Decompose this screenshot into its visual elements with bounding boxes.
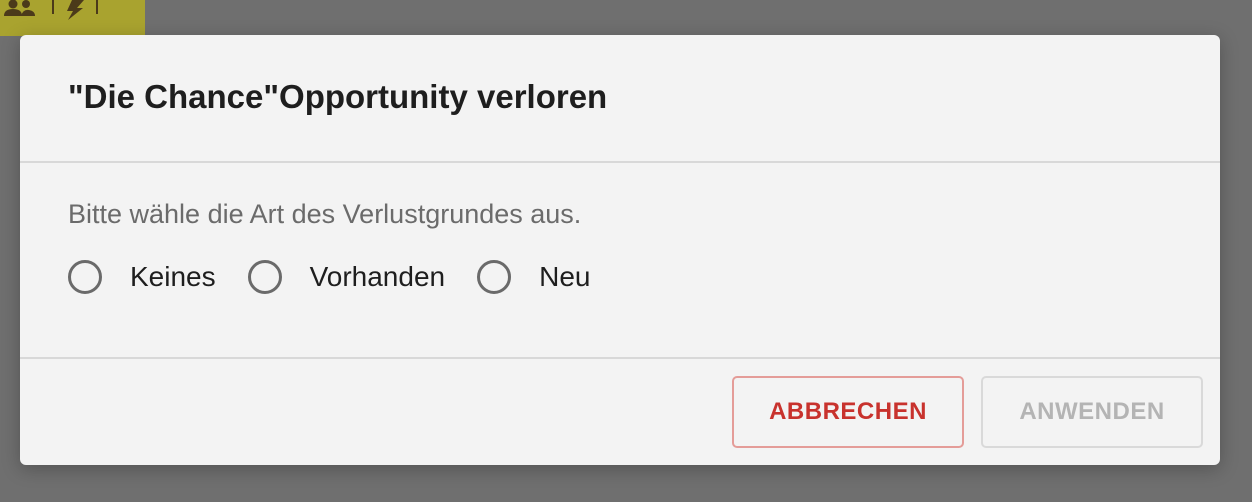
- radio-button[interactable]: [477, 260, 512, 294]
- dialog-footer: ABBRECHEN ANWENDEN: [20, 359, 1220, 465]
- radio-option-keines[interactable]: Keines: [68, 260, 216, 294]
- radio-label: Neu: [539, 261, 591, 292]
- dialog-title: "Die Chance"Opportunity verloren: [68, 78, 608, 115]
- loss-reason-radio-group: Keines Vorhanden Neu: [68, 260, 1220, 294]
- toolbar-separator: [52, 0, 54, 14]
- dialog-header: "Die Chance"Opportunity verloren: [20, 35, 1220, 163]
- radio-button[interactable]: [68, 260, 102, 294]
- radio-option-neu[interactable]: Neu: [477, 260, 590, 294]
- radio-label: Vorhanden: [309, 261, 446, 292]
- cancel-button[interactable]: ABBRECHEN: [732, 376, 964, 448]
- radio-button[interactable]: [247, 260, 282, 294]
- radio-option-vorhanden[interactable]: Vorhanden: [247, 260, 446, 294]
- background-toolbar: [0, 0, 145, 36]
- users-icon: [2, 0, 42, 22]
- lightning-icon: [64, 0, 86, 22]
- dialog-body: Bitte wähle die Art des Verlustgrundes a…: [20, 163, 1220, 359]
- toolbar-separator: [96, 0, 98, 14]
- lost-opportunity-dialog: "Die Chance"Opportunity verloren Bitte w…: [20, 35, 1220, 465]
- loss-reason-prompt: Bitte wähle die Art des Verlustgrundes a…: [68, 199, 582, 229]
- apply-button[interactable]: ANWENDEN: [981, 376, 1203, 448]
- radio-label: Keines: [130, 261, 216, 292]
